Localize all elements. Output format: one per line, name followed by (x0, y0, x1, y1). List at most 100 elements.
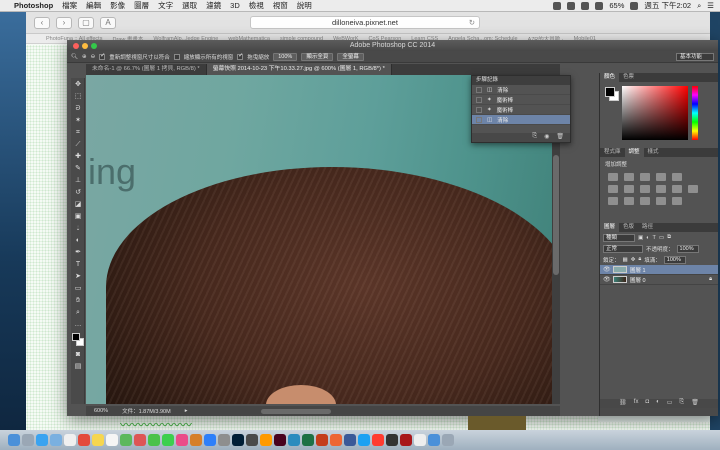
menu-type[interactable]: 文字 (158, 0, 173, 11)
vibrance-icon[interactable] (672, 173, 682, 181)
lasso-tool-icon[interactable]: ᘐ (72, 104, 84, 114)
delete-layer-icon[interactable]: 🗑︎ (691, 399, 699, 408)
app-icon[interactable] (372, 434, 384, 446)
tab-adjustments[interactable]: 調整 (624, 148, 644, 157)
downloads-stack-icon[interactable] (428, 434, 440, 446)
filter-pixel-icon[interactable]: ▣ (638, 235, 643, 241)
excel-dock-icon[interactable] (302, 434, 314, 446)
finder-icon[interactable] (8, 434, 20, 446)
new-group-icon[interactable]: ▭ (667, 399, 673, 408)
battery-text[interactable]: 65% (609, 1, 624, 10)
resize-windows-checkbox[interactable] (99, 52, 105, 60)
tab-libraries[interactable]: 程式庫 (600, 148, 625, 157)
menu-window[interactable]: 視窗 (273, 0, 288, 11)
document-size[interactable]: 文件：1.87M/3.90M (122, 407, 171, 415)
brightness-icon[interactable] (608, 173, 618, 181)
visibility-eye-icon[interactable]: 👁︎ (603, 266, 611, 273)
photo-filter-icon[interactable] (656, 185, 666, 193)
zoom-out-icon[interactable]: ⊖ (91, 54, 96, 60)
color-balance-icon[interactable] (624, 185, 634, 193)
filter-shape-icon[interactable]: ▭ (659, 235, 664, 241)
layer-kind-select[interactable]: 種類 (603, 233, 635, 242)
itunes-icon[interactable] (176, 434, 188, 446)
appstore-icon[interactable] (204, 434, 216, 446)
filter-smart-icon[interactable]: ⧉ (667, 234, 671, 241)
layer-style-icon[interactable]: fx (634, 399, 639, 408)
volume-icon[interactable] (595, 1, 604, 10)
gradient-map-icon[interactable] (656, 197, 666, 205)
posterize-icon[interactable] (624, 197, 634, 205)
add-mask-icon[interactable]: ◘ (645, 399, 649, 408)
new-document-from-state-icon[interactable]: ⎘ (532, 133, 537, 142)
channel-mixer-icon[interactable] (672, 185, 682, 193)
adobe-icon[interactable] (553, 1, 562, 10)
filter-adjust-icon[interactable]: ◐ (646, 235, 649, 241)
word-dock-icon[interactable] (288, 434, 300, 446)
foreground-color-swatch[interactable] (72, 333, 80, 341)
selective-color-icon[interactable] (672, 197, 682, 205)
healing-tool-icon[interactable]: ✚ (72, 152, 84, 162)
blend-mode-select[interactable]: 正常 (603, 244, 643, 253)
invert-icon[interactable] (608, 197, 618, 205)
threshold-icon[interactable] (640, 197, 650, 205)
fill-input[interactable]: 100% (663, 255, 686, 264)
reminders-icon[interactable] (106, 434, 118, 446)
status-arrow-icon[interactable]: ▸ (185, 408, 188, 414)
link-layers-icon[interactable]: ⛓︎ (619, 399, 627, 408)
mail-icon[interactable] (50, 434, 62, 446)
lock-pixels-icon[interactable]: ▦ (623, 257, 628, 263)
magic-wand-tool-icon[interactable]: ✶ (72, 116, 84, 126)
app-icon[interactable] (344, 434, 356, 446)
hand-tool-icon[interactable]: ✋︎ (72, 296, 84, 306)
powerpoint-dock-icon[interactable] (316, 434, 328, 446)
menu-edit[interactable]: 編輯 (86, 0, 101, 11)
text-size-button[interactable]: A (100, 16, 116, 29)
contacts-icon[interactable] (64, 434, 76, 446)
document-tab[interactable]: 未命名-1 @ 66.7% (圖層 1 拷貝, RGB/8) * (86, 64, 207, 75)
lock-position-icon[interactable]: ✥ (631, 257, 636, 263)
workspace-select[interactable]: 基本功能 (676, 52, 714, 61)
color-field[interactable] (622, 86, 688, 140)
hue-sat-icon[interactable] (608, 185, 618, 193)
marquee-tool-icon[interactable]: ⬚ (72, 92, 84, 102)
history-source-box[interactable] (476, 116, 482, 123)
foreground-color-swatch[interactable] (605, 87, 615, 97)
black-white-icon[interactable] (640, 185, 650, 193)
brush-tool-icon[interactable]: ✎ (72, 164, 84, 174)
new-adjustment-icon[interactable]: ◐ (656, 399, 660, 408)
battery-icon[interactable] (630, 1, 639, 10)
indesign-dock-icon[interactable] (274, 434, 286, 446)
photoshop-dock-icon[interactable] (232, 434, 244, 446)
reload-icon[interactable]: ↻ (469, 17, 475, 29)
screen-mode-icon[interactable]: ▤ (72, 362, 84, 372)
exposure-icon[interactable] (656, 173, 666, 181)
terminal-icon[interactable] (386, 434, 398, 446)
history-panel-title[interactable]: 步驟記錄 (472, 76, 570, 85)
new-layer-icon[interactable]: ⎘ (679, 399, 684, 408)
menu-app-name[interactable]: Photoshop (14, 1, 53, 10)
history-row[interactable]: ✶ 魔術棒 (472, 105, 570, 115)
calendar-icon[interactable] (78, 434, 90, 446)
wifi-icon[interactable] (581, 1, 590, 10)
eraser-tool-icon[interactable]: ◪ (72, 200, 84, 210)
zoom-in-icon[interactable]: ⊕ (82, 54, 87, 60)
tab-styles[interactable]: 樣式 (644, 148, 663, 157)
photos-icon[interactable] (134, 434, 146, 446)
scrollbar-thumb[interactable] (553, 155, 559, 275)
acrobat-icon[interactable] (400, 434, 412, 446)
fit-screen-button[interactable]: 顯示全頁 (301, 52, 334, 61)
tab-layers[interactable]: 圖層 (600, 223, 620, 232)
stamp-tool-icon[interactable]: ⊥ (72, 176, 84, 186)
clock[interactable]: 週五 下午2:02 (644, 0, 691, 11)
quick-mask-icon[interactable]: ◙ (72, 350, 84, 360)
forward-button[interactable]: › (56, 16, 72, 29)
menu-3d[interactable]: 3D (230, 1, 240, 10)
notes-icon[interactable] (92, 434, 104, 446)
zoom-level[interactable]: 600% (94, 408, 108, 414)
menu-filter[interactable]: 濾鏡 (206, 0, 221, 11)
more-tools-icon[interactable]: … (72, 320, 84, 330)
move-tool-icon[interactable]: ✥ (72, 80, 84, 90)
firefox-icon[interactable] (330, 434, 342, 446)
textedit-icon[interactable] (414, 434, 426, 446)
menu-file[interactable]: 檔案 (62, 0, 77, 11)
